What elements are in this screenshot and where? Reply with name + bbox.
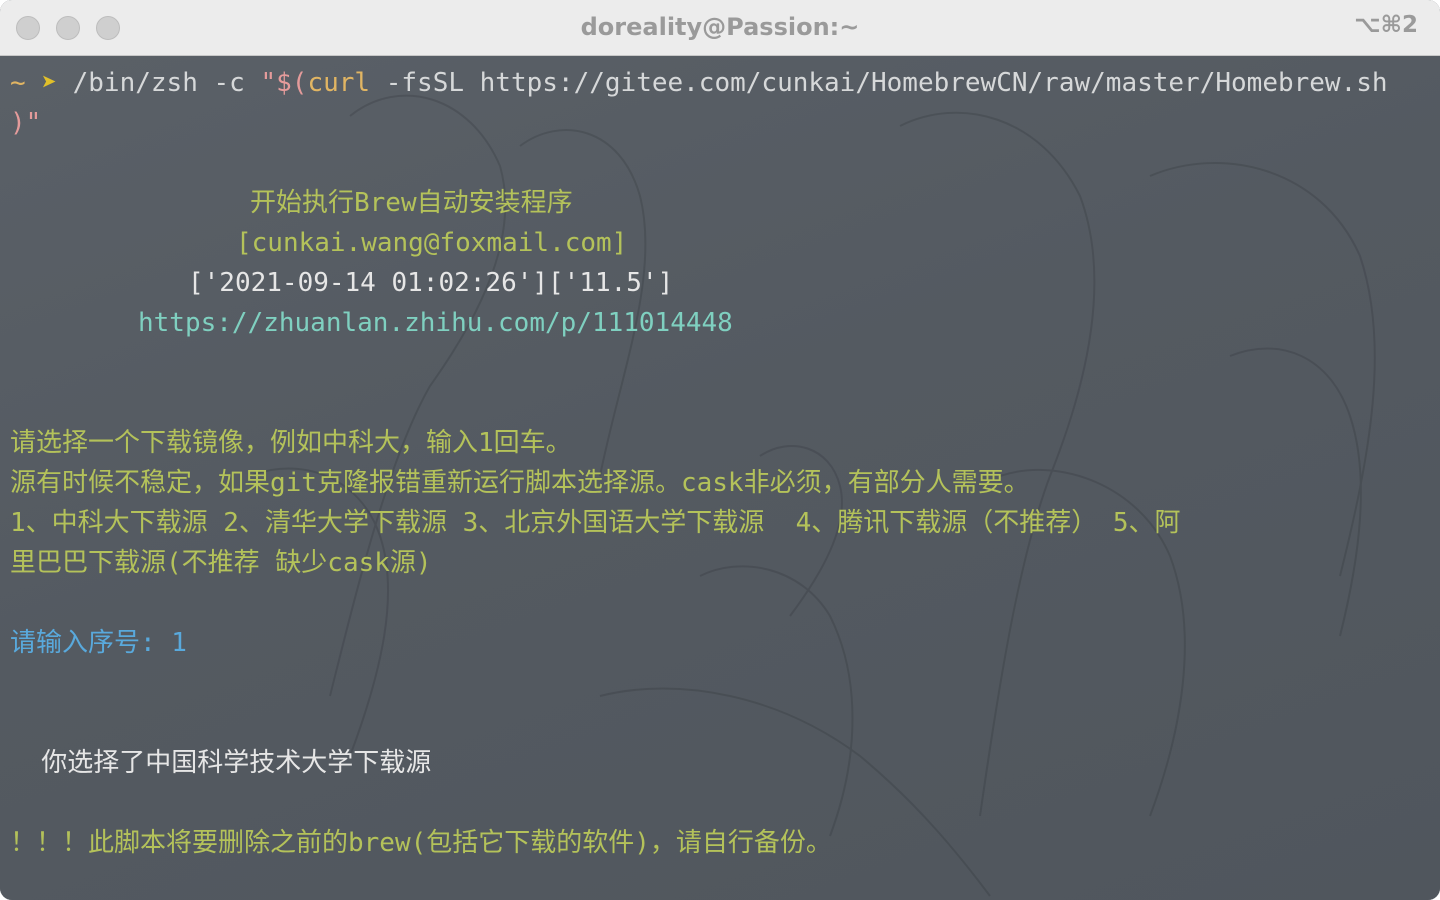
prompt-quote-open: "$( — [260, 68, 308, 98]
warning-message: ！！！此脚本将要删除之前的brew(包括它下载的软件)，请自行备份。 — [10, 828, 832, 858]
prompt-line: ~ ➤ /bin/zsh -c "$(curl -fsSL https://gi… — [10, 63, 1388, 103]
banner-email: [cunkai.wang@foxmail.com] — [236, 228, 628, 258]
prompt-tilde: ~ — [10, 68, 26, 98]
banner-version: ['2021-09-14 01:02:26']['11.5'] — [188, 268, 674, 298]
input-prompt[interactable]: 请输入序号: 1 — [10, 623, 187, 663]
banner-title: 开始执行Brew自动安装程序 — [250, 188, 573, 218]
prompt-curl: curl — [307, 68, 371, 98]
terminal-content[interactable]: ~ ➤ /bin/zsh -c "$(curl -fsSL https://gi… — [0, 56, 1440, 900]
banner-url: https://zhuanlan.zhihu.com/p/111014448 — [138, 308, 733, 338]
mirror-prompt-line-4: 里巴巴下载源(不推荐 缺少cask源) — [10, 548, 432, 578]
title-bar[interactable]: doreality@Passion:~ ⌥⌘2 — [0, 0, 1440, 56]
prompt-arrow-icon: ➤ — [41, 68, 57, 98]
mirror-prompt-line-2: 源有时候不稳定，如果git克隆报错重新运行脚本选择源。cask非必须，有部分人需… — [10, 468, 1030, 498]
mirror-prompt-line-3: 1、中科大下载源 2、清华大学下载源 3、北京外国语大学下载源 4、腾讯下载源（… — [10, 508, 1181, 538]
window-title: doreality@Passion:~ — [580, 13, 860, 41]
selection-result: 你选择了中国科学技术大学下载源 — [10, 748, 432, 778]
terminal-window: doreality@Passion:~ ⌥⌘2 ~ ➤ /bin/zsh -c … — [0, 0, 1440, 900]
window-shortcut: ⌥⌘2 — [1354, 12, 1418, 38]
prompt-curl-args: -fsSL https://gitee.com/cunkai/HomebrewC… — [385, 68, 1388, 98]
prompt-quote-close: )" — [10, 108, 42, 138]
prompt-flag: -c — [213, 68, 245, 98]
prompt-command: /bin/zsh — [72, 68, 198, 98]
mirror-prompt-line-1: 请选择一个下载镜像，例如中科大，输入1回车。 — [10, 428, 572, 458]
